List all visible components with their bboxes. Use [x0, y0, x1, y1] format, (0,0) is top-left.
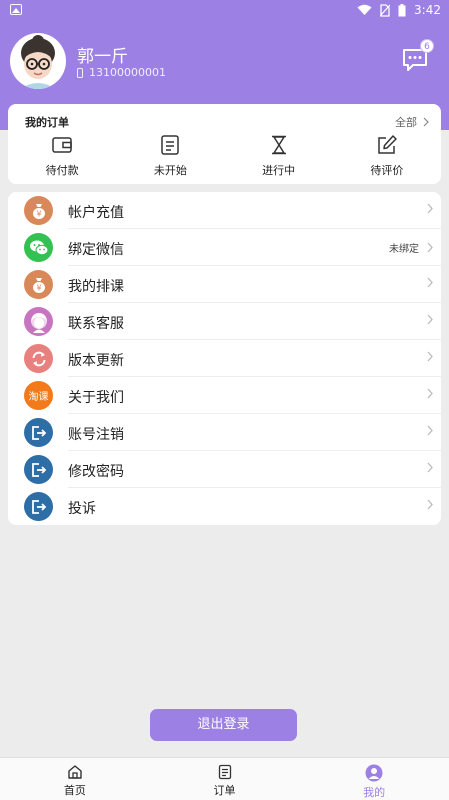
chevron-right-icon	[427, 425, 433, 436]
order-in-progress[interactable]: 进行中	[225, 134, 333, 180]
user-phone: 13100000001	[77, 66, 166, 79]
tab-label: 我的	[363, 786, 386, 799]
order-pending-review[interactable]: 待评价	[333, 134, 441, 180]
menu-item-label: 版本更新	[68, 353, 124, 369]
exit-icon	[24, 455, 53, 484]
order-item-label: 待付款	[45, 164, 79, 177]
svg-text:¥: ¥	[36, 283, 41, 292]
phone-icon	[77, 67, 83, 78]
wechat-icon	[24, 233, 53, 262]
money-bag-icon: ¥	[24, 196, 53, 225]
wallet-icon	[52, 137, 72, 153]
exit-icon	[24, 492, 53, 521]
chevron-right-icon	[427, 277, 433, 288]
user-avatar-icon	[20, 35, 56, 89]
menu-item-about-us[interactable]: 淘课 关于我们	[8, 377, 441, 414]
orders-title: 我的订单	[25, 116, 69, 129]
gallery-notification-icon	[10, 4, 22, 15]
chevron-right-icon	[427, 499, 433, 510]
service-avatar-icon	[24, 307, 53, 336]
chevron-right-icon	[423, 117, 429, 127]
list-icon	[161, 135, 180, 155]
taoke-logo-icon: 淘课	[24, 381, 53, 410]
menu-item-label: 关于我们	[68, 390, 124, 406]
chevron-right-icon	[427, 388, 433, 399]
list-icon	[218, 764, 231, 780]
settings-menu: ¥ 帐户充值 绑定微信 未绑定 ¥ 我的排课 联系客服 版本更新 淘课 关于我们…	[8, 192, 441, 525]
order-item-label: 未开始	[153, 164, 187, 177]
orders-card: 我的订单 全部 待付款 未开始 进行中 待评价	[8, 104, 441, 184]
chevron-right-icon	[427, 351, 433, 362]
chevron-right-icon	[427, 462, 433, 473]
menu-item-label: 投诉	[68, 501, 96, 517]
bottom-tab-bar: 首页 订单 我的	[0, 757, 449, 800]
wechat-bind-status: 未绑定	[389, 244, 419, 255]
order-item-label: 进行中	[262, 164, 296, 177]
status-time: 3:42	[414, 3, 441, 17]
menu-item-bind-wechat[interactable]: 绑定微信 未绑定	[8, 229, 441, 266]
menu-item-version-update[interactable]: 版本更新	[8, 340, 441, 377]
menu-item-label: 联系客服	[68, 316, 124, 332]
tab-label: 首页	[63, 784, 86, 797]
svg-text:¥: ¥	[36, 209, 41, 218]
refresh-icon	[24, 344, 53, 373]
status-bar: 3:42	[0, 0, 449, 22]
wifi-icon	[357, 4, 372, 15]
menu-item-label: 账号注销	[68, 427, 124, 443]
order-item-label: 待评价	[370, 164, 404, 177]
avatar[interactable]	[10, 33, 66, 89]
menu-item-complaint[interactable]: 投诉	[8, 488, 441, 525]
chevron-right-icon	[427, 242, 433, 253]
home-icon	[68, 765, 82, 779]
user-icon	[365, 764, 383, 782]
chevron-right-icon	[427, 203, 433, 214]
tab-home[interactable]: 首页	[0, 758, 150, 800]
menu-item-contact-service[interactable]: 联系客服	[8, 303, 441, 340]
menu-item-account-cancel[interactable]: 账号注销	[8, 414, 441, 451]
phone-number: 13100000001	[89, 66, 166, 79]
orders-all-link[interactable]: 全部	[395, 114, 429, 130]
menu-item-my-schedule[interactable]: ¥ 我的排课	[8, 266, 441, 303]
menu-item-label: 帐户充值	[68, 205, 124, 221]
tab-mine[interactable]: 我的	[299, 758, 449, 800]
no-sim-icon	[380, 3, 391, 17]
edit-icon	[378, 135, 397, 154]
orders-all-label: 全部	[395, 116, 417, 129]
menu-item-label: 修改密码	[68, 464, 124, 480]
menu-item-recharge[interactable]: ¥ 帐户充值	[8, 192, 441, 229]
message-button[interactable]: 6	[401, 39, 434, 73]
menu-item-change-password[interactable]: 修改密码	[8, 451, 441, 488]
tab-orders[interactable]: 订单	[150, 758, 300, 800]
menu-item-label: 我的排课	[68, 279, 124, 295]
order-not-started[interactable]: 未开始	[116, 134, 224, 180]
exit-icon	[24, 418, 53, 447]
battery-icon	[398, 3, 406, 16]
menu-item-label: 绑定微信	[68, 242, 124, 258]
message-badge: 6	[420, 39, 434, 53]
hourglass-icon	[271, 135, 286, 155]
chevron-right-icon	[427, 314, 433, 325]
money-bag-icon: ¥	[24, 270, 53, 299]
order-pending-payment[interactable]: 待付款	[8, 134, 116, 180]
user-name: 郭一斤	[77, 47, 128, 67]
tab-label: 订单	[213, 784, 236, 797]
logout-button[interactable]: 退出登录	[150, 709, 297, 741]
